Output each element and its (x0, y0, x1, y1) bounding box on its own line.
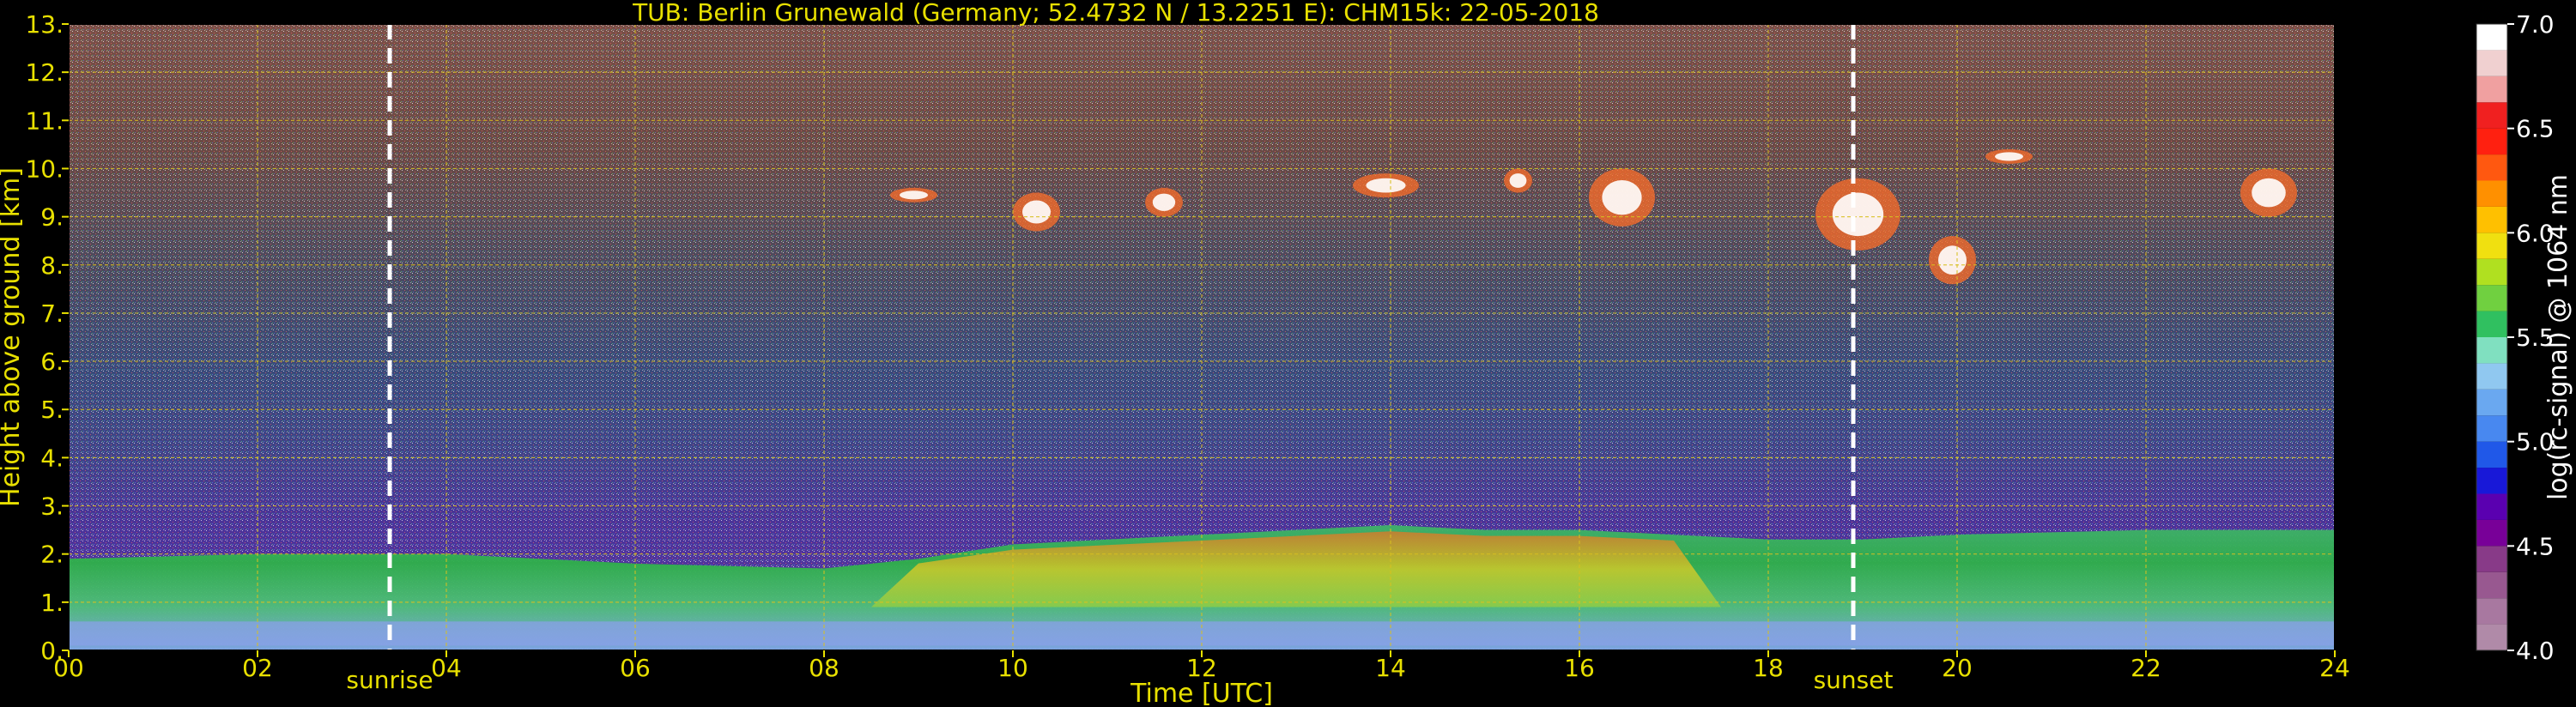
y-tick-label: 11. (25, 106, 64, 135)
cloud-core-3 (1366, 178, 1406, 193)
x-tick-label: 04 (431, 654, 462, 682)
y-tick-label: 10. (25, 154, 64, 183)
x-tick-label: 14 (1375, 654, 1406, 682)
y-tick-label: 5. (40, 396, 64, 424)
colorbar-band (2476, 493, 2507, 520)
y-tick-label: 3. (40, 492, 64, 521)
colorbar-band (2476, 468, 2507, 494)
y-tick-label: 8. (40, 251, 64, 280)
x-tick-label: 16 (1564, 654, 1595, 682)
x-tick-label: 10 (997, 654, 1028, 682)
x-axis-label: Time [UTC] (1130, 679, 1273, 707)
colorbar-tick-label: 4.5 (2516, 532, 2555, 560)
colorbar-band (2476, 102, 2507, 129)
x-tick-label: 20 (1942, 654, 1973, 682)
cloud-core-4 (1509, 173, 1527, 188)
colorbar-band (2476, 415, 2507, 442)
colorbar-band (2476, 76, 2507, 103)
y-tick-label: 6. (40, 347, 64, 376)
cloud-core-8 (1995, 152, 2023, 161)
colorbar-band (2476, 337, 2507, 364)
colorbar-band (2476, 50, 2507, 76)
colorbar-band (2476, 24, 2507, 51)
annotation-label-sunset: sunset (1814, 666, 1894, 694)
colorbar-band (2476, 624, 2507, 650)
colorbar-band (2476, 598, 2507, 625)
colorbar-band (2476, 258, 2507, 286)
colorbar-band (2476, 546, 2507, 572)
y-tick-label: 7. (40, 299, 64, 328)
x-tick-label: 22 (2131, 654, 2161, 682)
x-tick-label: 24 (2319, 654, 2350, 682)
cloud-core-9 (2252, 178, 2286, 208)
colorbar-band (2476, 363, 2507, 390)
lidar-backscatter-chart: sunrise sunset 00 02 04 06 08 10 12 14 16 18 20 22 24… (0, 0, 2573, 707)
colorbar-label: log(rc-signal) @ 1064 nm (2543, 174, 2573, 500)
y-tick-label: 9. (40, 203, 64, 232)
y-tick-label: 4. (40, 444, 64, 472)
colorbar-band (2476, 180, 2507, 207)
colorbar-band (2476, 311, 2507, 337)
cloud-core-1 (1022, 200, 1051, 224)
colorbar-band (2476, 441, 2507, 468)
cloud-core-0 (900, 190, 928, 200)
colorbar-band (2476, 285, 2507, 311)
y-tick-label: 13. (25, 10, 64, 39)
cloud-core-2 (1152, 193, 1176, 211)
cloud-core-5 (1602, 179, 1642, 215)
colorbar-tick-label: 6.5 (2516, 115, 2555, 143)
y-tick-label: 2. (40, 541, 64, 569)
x-tick-label: 06 (620, 654, 651, 682)
x-tick-label: 08 (809, 654, 839, 682)
colorbar-band (2476, 519, 2507, 547)
annotation-label-sunrise: sunrise (346, 666, 433, 694)
colorbar-band (2476, 128, 2507, 155)
cloud-core-7 (1938, 245, 1967, 275)
y-axis-label: Height above ground [km] (0, 167, 26, 507)
colorbar-band (2476, 206, 2507, 233)
colorbar-band (2476, 571, 2507, 599)
x-tick-label: 18 (1753, 654, 1784, 682)
y-tick-label: 12. (25, 58, 64, 87)
y-tick-label: 1. (40, 589, 64, 617)
x-tick-label: 02 (242, 654, 273, 682)
chart-title: TUB: Berlin Grunewald (Germany; 52.4732 … (632, 0, 1599, 27)
cloud-core-6 (1832, 192, 1884, 237)
colorbar-band (2476, 154, 2507, 181)
colorbar-band (2476, 233, 2507, 259)
y-tick-label: 0. (40, 637, 64, 665)
colorbar-band (2476, 389, 2507, 416)
colorbar-tick-label: 4.0 (2516, 637, 2555, 665)
colorbar-tick-label: 7.0 (2516, 10, 2555, 39)
